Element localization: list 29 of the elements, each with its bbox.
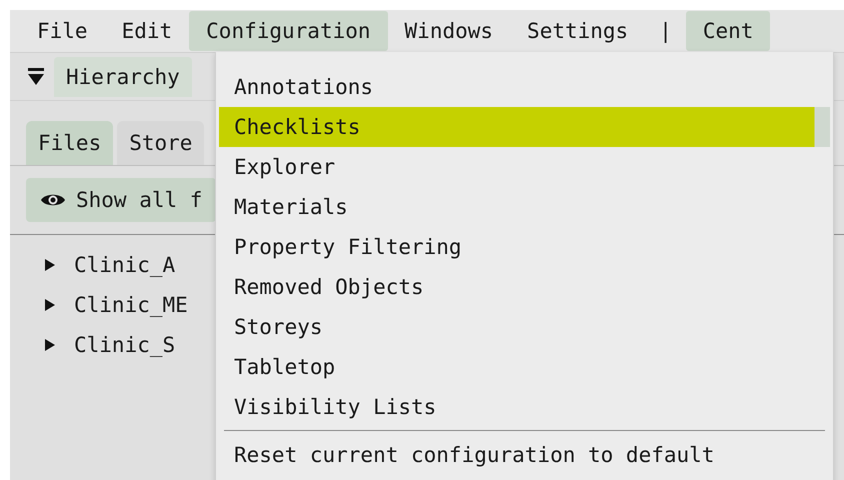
tree-item[interactable]: Clinic_S	[74, 333, 176, 357]
triangle-right-icon[interactable]	[44, 298, 56, 312]
menu-option[interactable]: Explorer	[219, 147, 830, 187]
menu-item[interactable]: File	[20, 11, 105, 51]
menu-option[interactable]: Removed Objects	[219, 267, 830, 307]
menu-option[interactable]: Storeys	[219, 307, 830, 347]
menu-option[interactable]: Property Filtering	[219, 227, 830, 267]
triangle-right-icon[interactable]	[44, 258, 56, 272]
menu-item[interactable]: Cent	[686, 11, 770, 51]
toolbar-button[interactable]: Show all f	[26, 178, 216, 222]
collapse-panel-icon[interactable]	[28, 68, 44, 86]
tab[interactable]: Store	[117, 121, 204, 165]
menu-separator: |	[658, 19, 673, 43]
menu-item[interactable]: Edit	[104, 11, 190, 51]
tab[interactable]: Files	[26, 121, 114, 165]
menu-option[interactable]: Visibility Lists	[219, 387, 830, 427]
menu-option[interactable]: Tabletop	[219, 347, 830, 387]
tree-item[interactable]: Clinic_ME	[74, 293, 188, 317]
menu-item[interactable]: Configuration	[189, 11, 388, 51]
menu-option[interactable]: Checklists	[219, 107, 830, 147]
eye-icon	[40, 192, 66, 208]
panel-tab[interactable]: Hierarchy	[54, 56, 192, 96]
menu-item[interactable]: Windows	[388, 11, 510, 51]
triangle-right-icon[interactable]	[44, 338, 56, 352]
menu-option[interactable]: Reset current configuration to default	[219, 435, 830, 475]
menu-item[interactable]: Settings	[510, 11, 646, 51]
tree-item[interactable]: Clinic_A	[74, 253, 176, 277]
menu-option[interactable]: Materials	[219, 187, 830, 227]
menu-option[interactable]: Annotations	[219, 67, 830, 107]
